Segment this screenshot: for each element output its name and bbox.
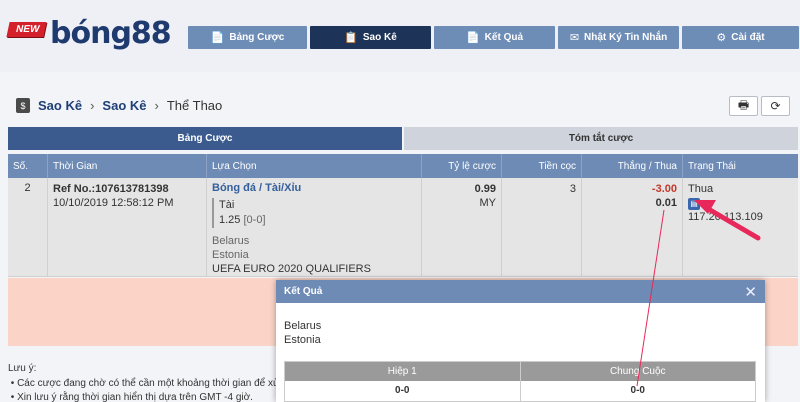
result-modal: Kết Quả ✕ Belarus Estonia Hiệp 1 Chung C…: [276, 280, 765, 402]
print-button[interactable]: 🖶: [729, 96, 758, 116]
note-item: • Các cược đang chờ có thể cần một khoản…: [8, 378, 280, 389]
league-name: UEFA EURO 2020 QUALIFIERS: [212, 263, 371, 275]
tabs: Bảng Cược Tóm tắt cược: [8, 127, 798, 150]
envelope-icon: ✉: [569, 32, 580, 44]
breadcrumb-separator: ›: [154, 98, 159, 113]
row-stake: 3: [502, 178, 582, 276]
first-half-score: 0-0: [285, 381, 521, 401]
refresh-icon: ⟳: [770, 99, 781, 113]
col-full-time: Chung Cuộc: [609, 365, 666, 377]
live-score: [0-0]: [243, 214, 266, 226]
statement-icon: $: [16, 98, 30, 113]
logo[interactable]: NEW bóng88: [6, 14, 172, 60]
row-time: Ref No.:107613781398 10/10/2019 12:58:12…: [48, 178, 207, 276]
modal-team-home: Belarus: [284, 320, 322, 332]
statement-icon: 📋: [344, 32, 358, 44]
nav-label: Cài đặt: [731, 32, 765, 43]
score-table: Hiệp 1 Chung Cuộc 0-0 0-0: [284, 361, 756, 402]
gear-icon: ⚙: [716, 32, 727, 44]
col-odds: Tỷ lệ cược: [422, 154, 502, 178]
nav-label: Bảng Cược: [229, 32, 285, 43]
note-text: Các cược đang chờ có thể cần một khoảng …: [17, 378, 280, 389]
stake-value: 3: [569, 183, 576, 195]
modal-title: Kết Quả: [284, 286, 323, 297]
team-away: Estonia: [212, 249, 249, 261]
status-text: Thua: [688, 183, 714, 195]
ref-number: Ref No.:107613781398: [53, 183, 169, 195]
score-header: Hiệp 1 Chung Cuộc: [285, 362, 755, 381]
row-odds: 0.99 MY: [422, 178, 502, 276]
breadcrumb-current: Thể Thao: [166, 98, 223, 113]
pick-box: Tài 1.25 [0-0]: [212, 198, 416, 228]
document-icon: 📄: [465, 32, 480, 44]
nav-label: Nhật Ký Tin Nhắn: [584, 32, 668, 43]
refresh-button[interactable]: ⟳: [761, 96, 790, 116]
row-win-loss: -3.00 0.01: [582, 178, 683, 276]
col-win-loss: Thắng / Thua: [582, 154, 683, 178]
pick-line: 1.25 [0-0]: [219, 213, 416, 228]
bets-table: Số. Thời Gian Lựa Chọn Tỷ lệ cược Tiền c…: [8, 154, 798, 277]
sport-market: Bóng đá / Tài/Xỉu: [212, 182, 302, 194]
row-status: Thua ▤ 117.20.113.109: [683, 178, 798, 276]
tab-tom-tat-cuoc[interactable]: Tóm tắt cược: [404, 127, 798, 150]
breadcrumb-separator: ›: [90, 98, 95, 113]
col-first-half: Hiệp 1: [285, 362, 521, 381]
result-icon[interactable]: ▤: [688, 198, 700, 210]
win-loss-value: -3.00: [651, 183, 677, 195]
handicap-line: 1.25: [219, 214, 241, 226]
nav-label: Kết Quả: [484, 32, 524, 43]
nav-sao-ke[interactable]: 📋 Sao Kê: [310, 26, 431, 49]
nav-ket-qua[interactable]: 📄 Kết Quả: [434, 26, 555, 49]
breadcrumb: $ Sao Kê › Sao Kê › Thể Thao: [16, 98, 222, 113]
document-icon: 📄: [210, 32, 225, 44]
nav-nhat-ky-tin-nhan[interactable]: ✉ Nhật Ký Tin Nhắn: [558, 26, 679, 49]
breadcrumb-link[interactable]: Sao Kê: [38, 98, 82, 113]
table-row: 2 Ref No.:107613781398 10/10/2019 12:58:…: [8, 178, 798, 277]
col-time: Thời Gian: [48, 154, 207, 178]
row-no-value: 2: [24, 182, 31, 194]
bet-time: 10/10/2019 12:58:12 PM: [53, 197, 174, 209]
nav-label: Sao Kê: [362, 32, 397, 43]
new-badge: NEW: [6, 22, 47, 37]
breadcrumb-link[interactable]: Sao Kê: [102, 98, 146, 113]
odds-value: 0.99: [474, 183, 496, 195]
nav-bang-cuoc[interactable]: 📄 Bảng Cược: [188, 26, 307, 49]
note-item: • Xin lưu ý rằng thời gian hiển thị dựa …: [8, 392, 253, 402]
row-selection: Bóng đá / Tài/Xỉu Tài 1.25 [0-0] Belarus…: [207, 178, 422, 276]
score-row: 0-0 0-0: [285, 381, 755, 401]
col-stake: Tiền cọc: [502, 154, 582, 178]
tab-bang-cuoc[interactable]: Bảng Cược: [8, 127, 402, 150]
printer-icon: 🖶: [737, 97, 750, 112]
col-selection: Lựa Chọn: [207, 154, 422, 178]
team-home: Belarus: [212, 235, 250, 247]
ip-address: 117.20.113.109: [688, 211, 763, 223]
brand-name: bóng88: [50, 16, 172, 51]
modal-body: Belarus Estonia Hiệp 1 Chung Cuộc 0-0 0-…: [276, 303, 765, 402]
header: NEW bóng88 📄 Bảng Cược 📋 Sao Kê 📄 Kết Qu…: [0, 0, 800, 72]
col-no: Số.: [8, 154, 48, 178]
close-icon[interactable]: ✕: [744, 283, 757, 301]
modal-header: Kết Quả ✕: [276, 280, 765, 303]
nav-cai-dat[interactable]: ⚙ Cài đặt: [682, 26, 799, 49]
full-time-score: 0-0: [630, 385, 645, 396]
commission-value: 0.01: [655, 197, 677, 209]
pick-name: Tài: [219, 199, 235, 211]
odds-type: MY: [479, 197, 497, 209]
notes-title: Lưu ý:: [8, 363, 37, 374]
row-no: 2: [8, 178, 48, 276]
modal-team-away: Estonia: [284, 334, 321, 346]
table-header: Số. Thời Gian Lựa Chọn Tỷ lệ cược Tiền c…: [8, 154, 798, 178]
notes: Lưu ý: • Các cược đang chờ có thể cần mộ…: [8, 362, 280, 402]
col-status: Trạng Thái: [688, 160, 736, 172]
note-text: Xin lưu ý rằng thời gian hiển thị dựa tr…: [17, 392, 253, 402]
main-nav: 📄 Bảng Cược 📋 Sao Kê 📄 Kết Quả ✉ Nhật Ký…: [188, 26, 799, 49]
